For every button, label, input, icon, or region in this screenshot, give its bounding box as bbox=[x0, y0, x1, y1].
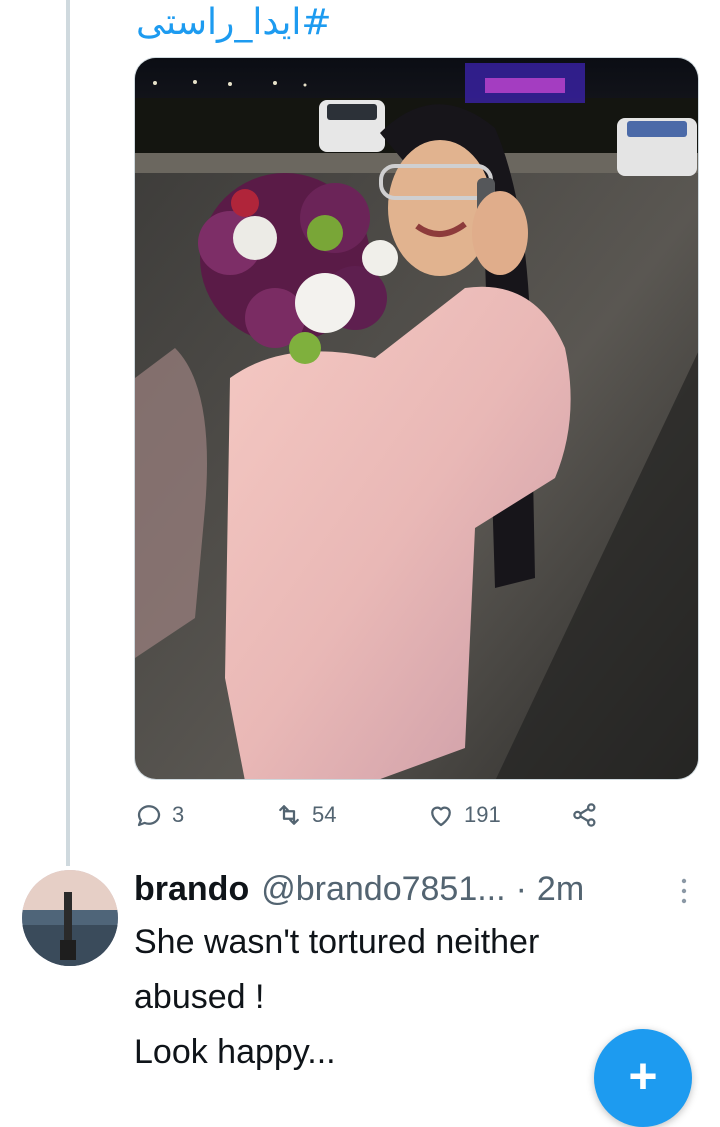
reply-icon bbox=[137, 805, 161, 827]
like-button[interactable]: 191 bbox=[426, 795, 501, 835]
tweet-action-bar: 3 54 191 bbox=[134, 795, 699, 835]
retweet-count: 54 bbox=[312, 802, 337, 827]
retweet-icon bbox=[279, 805, 299, 825]
compose-plus-icon: + bbox=[628, 1048, 658, 1104]
hashtag-link[interactable]: #ایدا_راستی bbox=[136, 2, 332, 43]
reply-button[interactable]: 3 bbox=[134, 795, 184, 835]
tweet-media-photo[interactable] bbox=[134, 57, 699, 780]
thread-connector-line bbox=[66, 0, 70, 866]
reply-display-name[interactable]: brando bbox=[134, 870, 249, 909]
like-count: 191 bbox=[464, 802, 501, 827]
reply-line: abused ! bbox=[134, 978, 265, 1016]
like-icon bbox=[431, 806, 451, 827]
reply-count: 3 bbox=[172, 802, 185, 827]
reply-handle[interactable]: @brando7851... bbox=[261, 870, 505, 909]
share-icon bbox=[573, 803, 596, 827]
reply-line: She wasn't tortured neither bbox=[134, 923, 540, 961]
retweet-button[interactable]: 54 bbox=[274, 795, 336, 835]
compose-tweet-button[interactable]: + bbox=[594, 1029, 692, 1127]
reply-author-avatar[interactable] bbox=[22, 870, 118, 966]
reply-header: brando @brando7851... · 2m bbox=[134, 866, 694, 912]
reply-timestamp[interactable]: 2m bbox=[537, 870, 584, 909]
header-separator: · bbox=[515, 869, 527, 908]
share-button[interactable] bbox=[570, 795, 600, 835]
more-vertical-icon[interactable] bbox=[678, 876, 690, 906]
